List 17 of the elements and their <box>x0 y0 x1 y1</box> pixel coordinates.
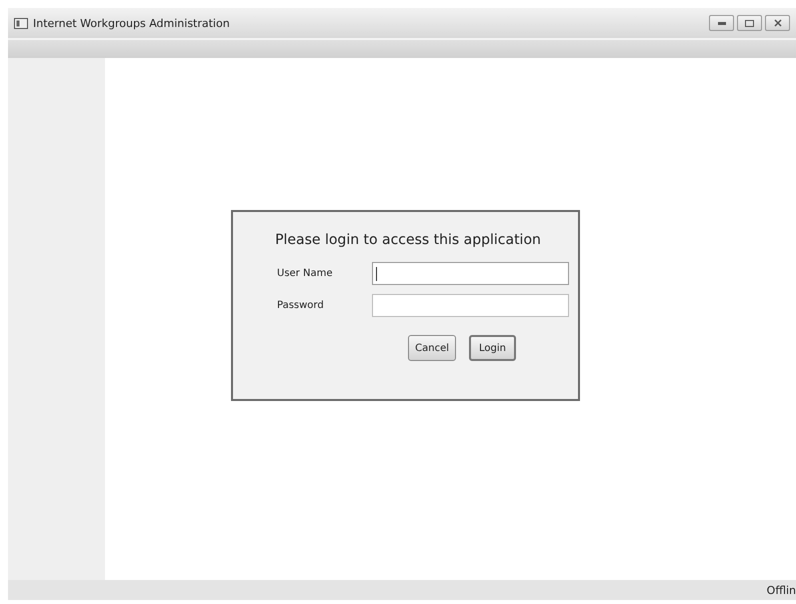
field-label: Password <box>277 300 325 311</box>
window-icon <box>14 18 28 28</box>
minimize-button[interactable] <box>709 15 734 31</box>
input-field[interactable] <box>372 294 569 317</box>
close-button[interactable] <box>765 15 790 31</box>
cancel-button[interactable]: Cancel <box>408 335 456 361</box>
minimize-icon <box>718 22 726 24</box>
dialog-heading: Please login to access this application <box>274 232 542 248</box>
window-title: Internet Workgroups Administration <box>33 16 231 30</box>
login-button[interactable]: Login <box>469 335 516 361</box>
text-caret <box>376 266 377 280</box>
maximize-button[interactable] <box>737 15 762 31</box>
input-field[interactable] <box>372 262 569 285</box>
status-text: Offlin <box>766 584 796 596</box>
field-label: User Name <box>277 268 334 279</box>
close-icon <box>774 19 782 27</box>
maximize-icon <box>745 20 754 26</box>
